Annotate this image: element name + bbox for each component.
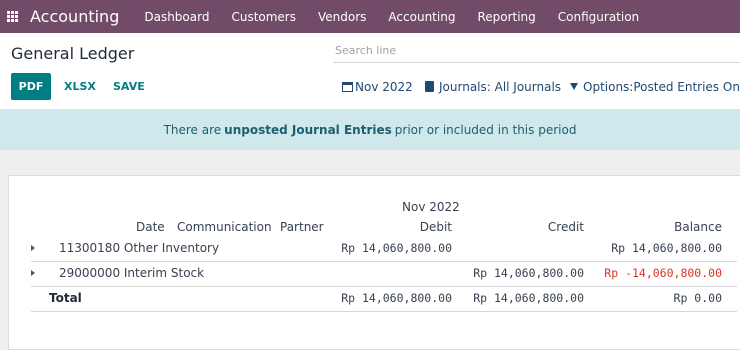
search-bar <box>333 41 740 63</box>
total-debit: Rp 14,060,800.00 <box>341 291 452 305</box>
save-button[interactable]: SAVE <box>113 73 145 100</box>
unposted-entries-alert: There are unposted Journal Entries prior… <box>0 110 740 150</box>
balance-column-header: Balance <box>674 220 722 234</box>
row-balance: Rp 14,060,800.00 <box>611 241 722 255</box>
nav-item-accounting[interactable]: Accounting <box>377 10 466 24</box>
nav-item-reporting[interactable]: Reporting <box>466 10 546 24</box>
credit-column-header: Credit <box>547 220 584 234</box>
row-debit: Rp 14,060,800.00 <box>341 241 452 255</box>
alert-suffix: prior or included in this period <box>394 123 577 137</box>
debit-column-header: Debit <box>419 220 452 234</box>
nav-item-configuration[interactable]: Configuration <box>547 10 650 24</box>
row-divider <box>31 311 737 312</box>
xlsx-button[interactable]: XLSX <box>64 73 96 100</box>
calendar-icon <box>342 81 353 92</box>
page-title: General Ledger <box>11 44 135 63</box>
book-icon <box>425 81 434 92</box>
search-input[interactable] <box>333 41 740 60</box>
communication-column-header: Communication <box>177 220 272 234</box>
account-row-label[interactable]: 11300180 Other Inventory <box>59 241 219 255</box>
apps-menu-icon[interactable] <box>7 10 19 23</box>
nav-item-dashboard[interactable]: Dashboard <box>133 10 220 24</box>
partner-column-header: Partner <box>280 220 324 234</box>
total-label: Total <box>49 291 82 305</box>
nav-item-vendors[interactable]: Vendors <box>307 10 377 24</box>
top-navbar: Accounting Dashboard Customers Vendors A… <box>0 0 740 33</box>
filter-icon <box>570 83 578 90</box>
control-panel: General Ledger PDF XLSX SAVE Nov 2022 Jo… <box>0 33 740 110</box>
total-credit: Rp 14,060,800.00 <box>473 291 584 305</box>
pdf-button[interactable]: PDF <box>11 73 51 100</box>
row-divider <box>31 261 737 262</box>
row-divider <box>31 286 737 287</box>
period-filter-label: Nov 2022 <box>355 79 413 94</box>
alert-prefix: There are <box>163 123 222 137</box>
report-sheet: Nov 2022 Date Communication Partner Debi… <box>8 175 740 350</box>
options-filter[interactable]: Options:Posted Entries Only <box>570 73 740 100</box>
alert-link[interactable]: unposted Journal Entries <box>224 123 392 137</box>
options-filter-label: Options:Posted Entries Only <box>583 79 740 94</box>
total-balance: Rp 0.00 <box>673 291 722 305</box>
nav-item-customers[interactable]: Customers <box>220 10 307 24</box>
app-brand[interactable]: Accounting <box>30 7 119 26</box>
period-filter[interactable]: Nov 2022 <box>342 73 413 100</box>
expand-caret-icon[interactable] <box>31 245 35 251</box>
journals-filter[interactable]: Journals: All Journals <box>425 73 561 100</box>
period-column-header: Nov 2022 <box>402 200 460 214</box>
row-credit: Rp 14,060,800.00 <box>473 266 584 280</box>
row-balance: Rp -14,060,800.00 <box>604 266 722 280</box>
expand-caret-icon[interactable] <box>31 270 35 276</box>
journals-filter-label: Journals: All Journals <box>439 79 562 94</box>
date-column-header: Date <box>136 220 165 234</box>
account-row-label[interactable]: 29000000 Interim Stock <box>59 266 204 280</box>
